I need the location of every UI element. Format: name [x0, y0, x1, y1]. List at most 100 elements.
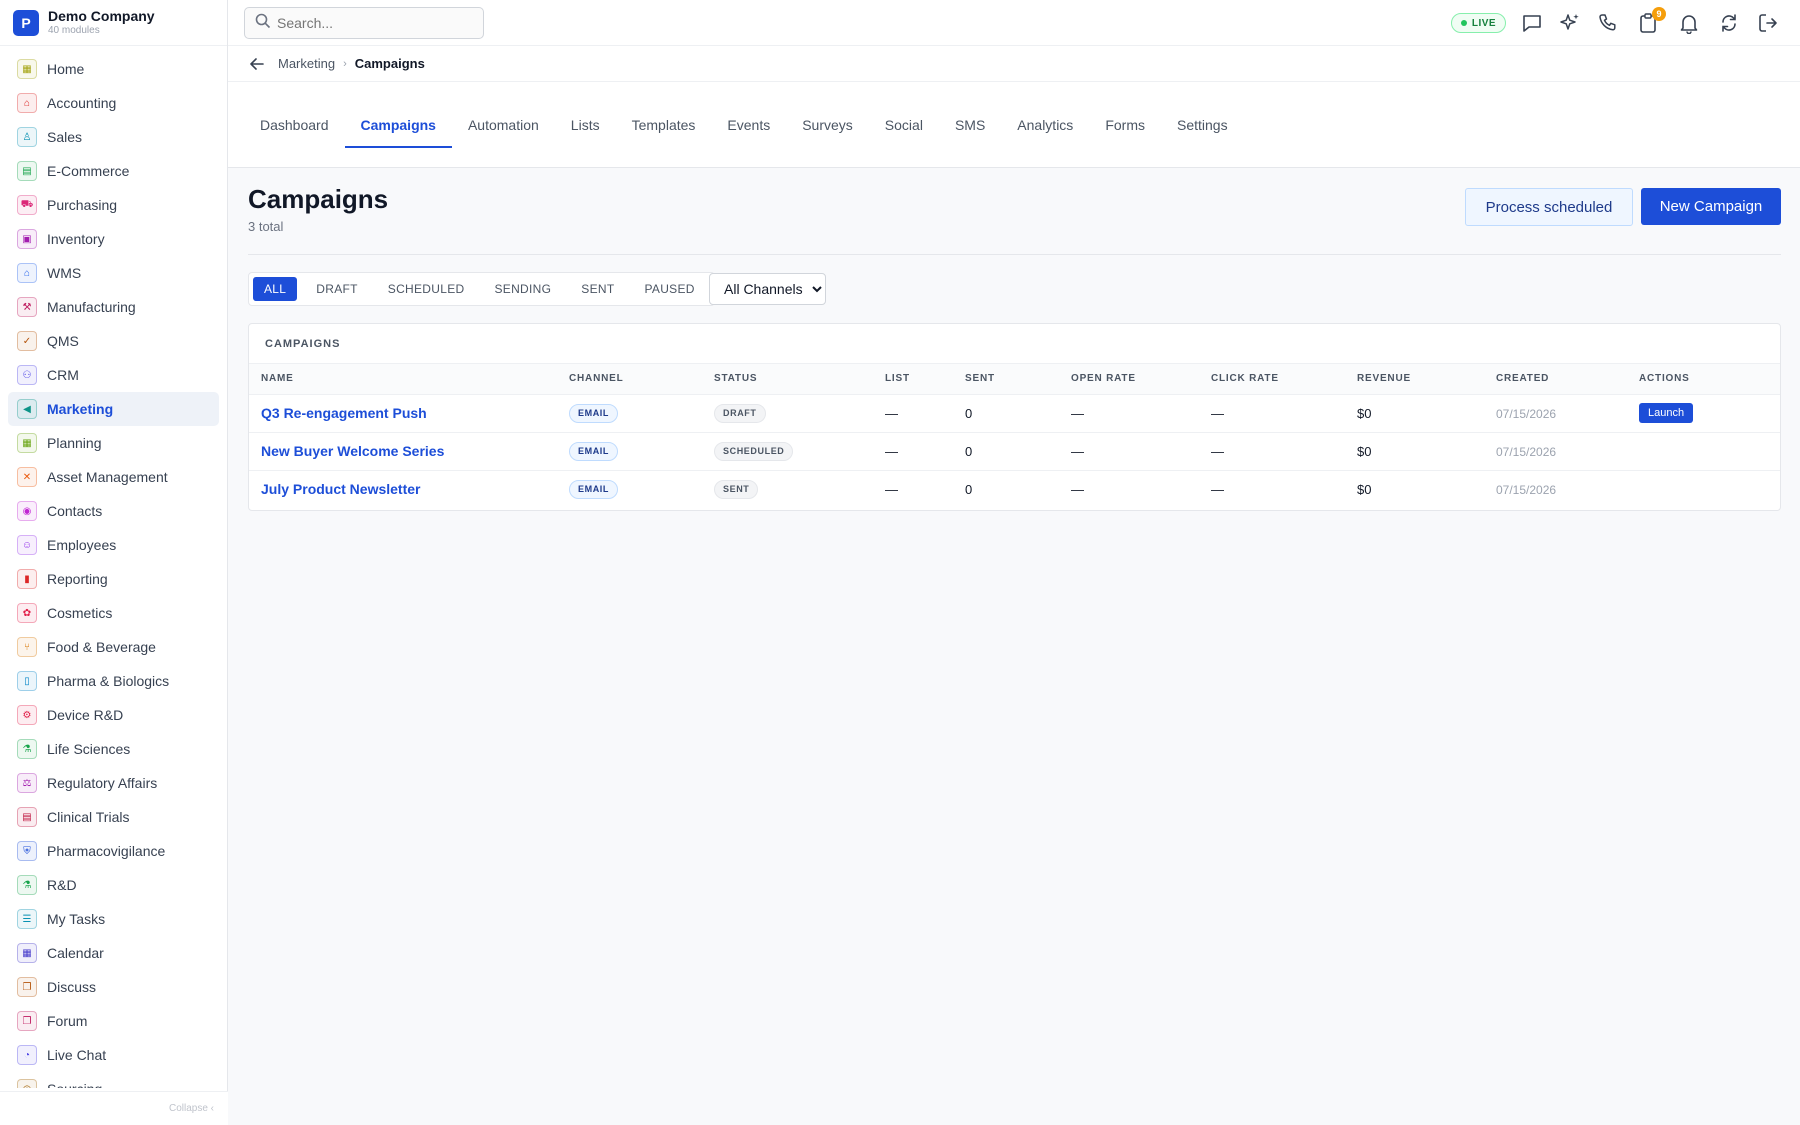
process-scheduled-button[interactable]: Process scheduled — [1465, 188, 1633, 226]
list-value: — — [885, 405, 898, 421]
live-dot — [1460, 20, 1467, 26]
sidebar-item-purchasing[interactable]: ⛟ Purchasing — [8, 188, 219, 222]
sidebar: P Demo Company 40 modules ▦ Home ⌂ Accounti… — [0, 0, 228, 1125]
sidebar-item-food-beverage[interactable]: ⑂ Food & Beverage — [8, 630, 219, 664]
sync-icon[interactable] — [1717, 11, 1741, 35]
sidebar-item-reporting[interactable]: ▮ Reporting — [8, 562, 219, 596]
sidebar-item-qms[interactable]: ✓ QMS — [8, 324, 219, 358]
column-header-open-rate: OPEN RATE — [1071, 364, 1211, 395]
sidebar-item-label: Purchasing — [47, 197, 118, 213]
campaign-name-link[interactable]: July Product Newsletter — [261, 481, 421, 497]
utensils-icon: ⑂ — [17, 637, 37, 657]
logout-icon[interactable] — [1756, 11, 1780, 35]
campaign-count: 3 total — [248, 219, 284, 234]
new-campaign-button[interactable]: New Campaign — [1641, 188, 1781, 225]
sidebar-item-device-r-d[interactable]: ⚙ Device R&D — [8, 698, 219, 732]
sidebar-item-label: CRM — [47, 367, 79, 383]
open-rate-value: — — [1071, 481, 1084, 497]
tab-dashboard[interactable]: Dashboard — [244, 104, 345, 148]
sidebar-item-pharmacovigilance[interactable]: ⛨ Pharmacovigilance — [8, 834, 219, 868]
sidebar-item-life-sciences[interactable]: ⚗ Life Sciences — [8, 732, 219, 766]
gavel-icon: ⚖ — [17, 773, 37, 793]
tab-social[interactable]: Social — [869, 104, 939, 148]
sidebar-item-r-d[interactable]: ⚗ R&D — [8, 868, 219, 902]
campaign-name-link[interactable]: Q3 Re-engagement Push — [261, 405, 427, 421]
sidebar-item-pharma-biologics[interactable]: ▯ Pharma & Biologics — [8, 664, 219, 698]
sidebar-item-label: QMS — [47, 333, 79, 349]
sidebar-item-e-commerce[interactable]: ▤ E-Commerce — [8, 154, 219, 188]
sidebar-item-planning[interactable]: ▦ Planning — [8, 426, 219, 460]
sidebar-item-live-chat[interactable]: ◔ Live Chat — [8, 1038, 219, 1072]
tab-lists[interactable]: Lists — [555, 104, 616, 148]
sidebar-item-label: Inventory — [47, 231, 105, 247]
filter-sent[interactable]: SENT — [570, 277, 625, 301]
open-rate-value: — — [1071, 405, 1084, 421]
search-input[interactable] — [277, 15, 457, 31]
status-badge: SCHEDULED — [714, 441, 794, 461]
sidebar-item-my-tasks[interactable]: ☰ My Tasks — [8, 902, 219, 936]
channel-badge: EMAIL — [569, 479, 618, 499]
breadcrumb-marketing[interactable]: Marketing — [278, 56, 335, 71]
filter-sending[interactable]: SENDING — [483, 277, 562, 301]
grid-icon: ▦ — [17, 59, 37, 79]
contact-card-icon: ◉ — [17, 501, 37, 521]
sidebar-item-marketing[interactable]: ◀ Marketing — [8, 392, 219, 426]
sidebar-item-asset-management[interactable]: ✕ Asset Management — [8, 460, 219, 494]
cart-icon: ⛟ — [17, 195, 37, 215]
bell-icon[interactable] — [1677, 11, 1701, 35]
column-header-list: LIST — [885, 364, 965, 395]
sidebar-item-sales[interactable]: ♙ Sales — [8, 120, 219, 154]
sent-count: 0 — [965, 443, 973, 459]
tab-automation[interactable]: Automation — [452, 104, 555, 148]
sidebar-item-home[interactable]: ▦ Home — [8, 52, 219, 86]
sidebar-item-employees[interactable]: ☺ Employees — [8, 528, 219, 562]
module-count: 40 modules — [48, 24, 100, 36]
sidebar-item-label: Home — [47, 61, 85, 77]
sidebar-item-accounting[interactable]: ⌂ Accounting — [8, 86, 219, 120]
tab-forms[interactable]: Forms — [1089, 104, 1161, 148]
phone-icon[interactable] — [1596, 11, 1620, 35]
users-icon: ⚇ — [17, 365, 37, 385]
sidebar-item-crm[interactable]: ⚇ CRM — [8, 358, 219, 392]
filter-scheduled[interactable]: SCHEDULED — [377, 277, 476, 301]
clipboard-notifications-icon[interactable]: 9 — [1636, 7, 1666, 35]
chat-icon[interactable] — [1520, 11, 1544, 35]
tab-surveys[interactable]: Surveys — [786, 104, 869, 148]
tab-analytics[interactable]: Analytics — [1001, 104, 1089, 148]
chat-bubbles-icon: ❐ — [17, 977, 37, 997]
sidebar-item-label: Employees — [47, 537, 117, 553]
sidebar-item-inventory[interactable]: ▣ Inventory — [8, 222, 219, 256]
sidebar-item-clinical-trials[interactable]: ▤ Clinical Trials — [8, 800, 219, 834]
module-tab-bar: Dashboard Campaigns Automation Lists Templat… — [228, 82, 1800, 168]
sidebar-item-contacts[interactable]: ◉ Contacts — [8, 494, 219, 528]
tab-events[interactable]: Events — [711, 104, 786, 148]
channel-badge: EMAIL — [569, 403, 618, 423]
sidebar-item-regulatory-affairs[interactable]: ⚖ Regulatory Affairs — [8, 766, 219, 800]
factory-icon: ⚒ — [17, 297, 37, 317]
storefront-icon: ▤ — [17, 161, 37, 181]
tab-campaigns[interactable]: Campaigns — [344, 104, 452, 148]
channel-filter-select[interactable]: All Channels — [709, 273, 826, 305]
brand-header[interactable]: P Demo Company 40 modules — [0, 0, 227, 46]
tab-sms[interactable]: SMS — [939, 104, 1001, 148]
filter-paused[interactable]: PAUSED — [633, 277, 705, 301]
launch-button[interactable]: Launch — [1639, 403, 1694, 423]
table-row: July Product Newsletter EMAIL SENT — 0 — — $0 07… — [249, 470, 1780, 508]
sidebar-item-calendar[interactable]: ▦ Calendar — [8, 936, 219, 970]
tab-templates[interactable]: Templates — [616, 104, 712, 148]
column-header-name: NAME — [249, 364, 569, 395]
sidebar-item-wms[interactable]: ⌂ WMS — [8, 256, 219, 290]
collapse-button[interactable]: Collapse ‹ — [0, 1091, 228, 1125]
filter-draft[interactable]: DRAFT — [305, 277, 369, 301]
sidebar-item-forum[interactable]: ❐ Forum — [8, 1004, 219, 1038]
search-box[interactable] — [244, 7, 484, 39]
tab-settings[interactable]: Settings — [1161, 104, 1244, 148]
campaign-name-link[interactable]: New Buyer Welcome Series — [261, 443, 444, 459]
sidebar-item-cosmetics[interactable]: ✿ Cosmetics — [8, 596, 219, 630]
back-arrow-icon[interactable] — [248, 55, 266, 73]
sidebar-item-discuss[interactable]: ❐ Discuss — [8, 970, 219, 1004]
filter-all[interactable]: ALL — [253, 277, 298, 301]
sidebar-item-manufacturing[interactable]: ⚒ Manufacturing — [8, 290, 219, 324]
sidebar-item-sourcing[interactable]: ◎ Sourcing — [8, 1072, 219, 1088]
sparkles-icon[interactable] — [1558, 11, 1582, 35]
